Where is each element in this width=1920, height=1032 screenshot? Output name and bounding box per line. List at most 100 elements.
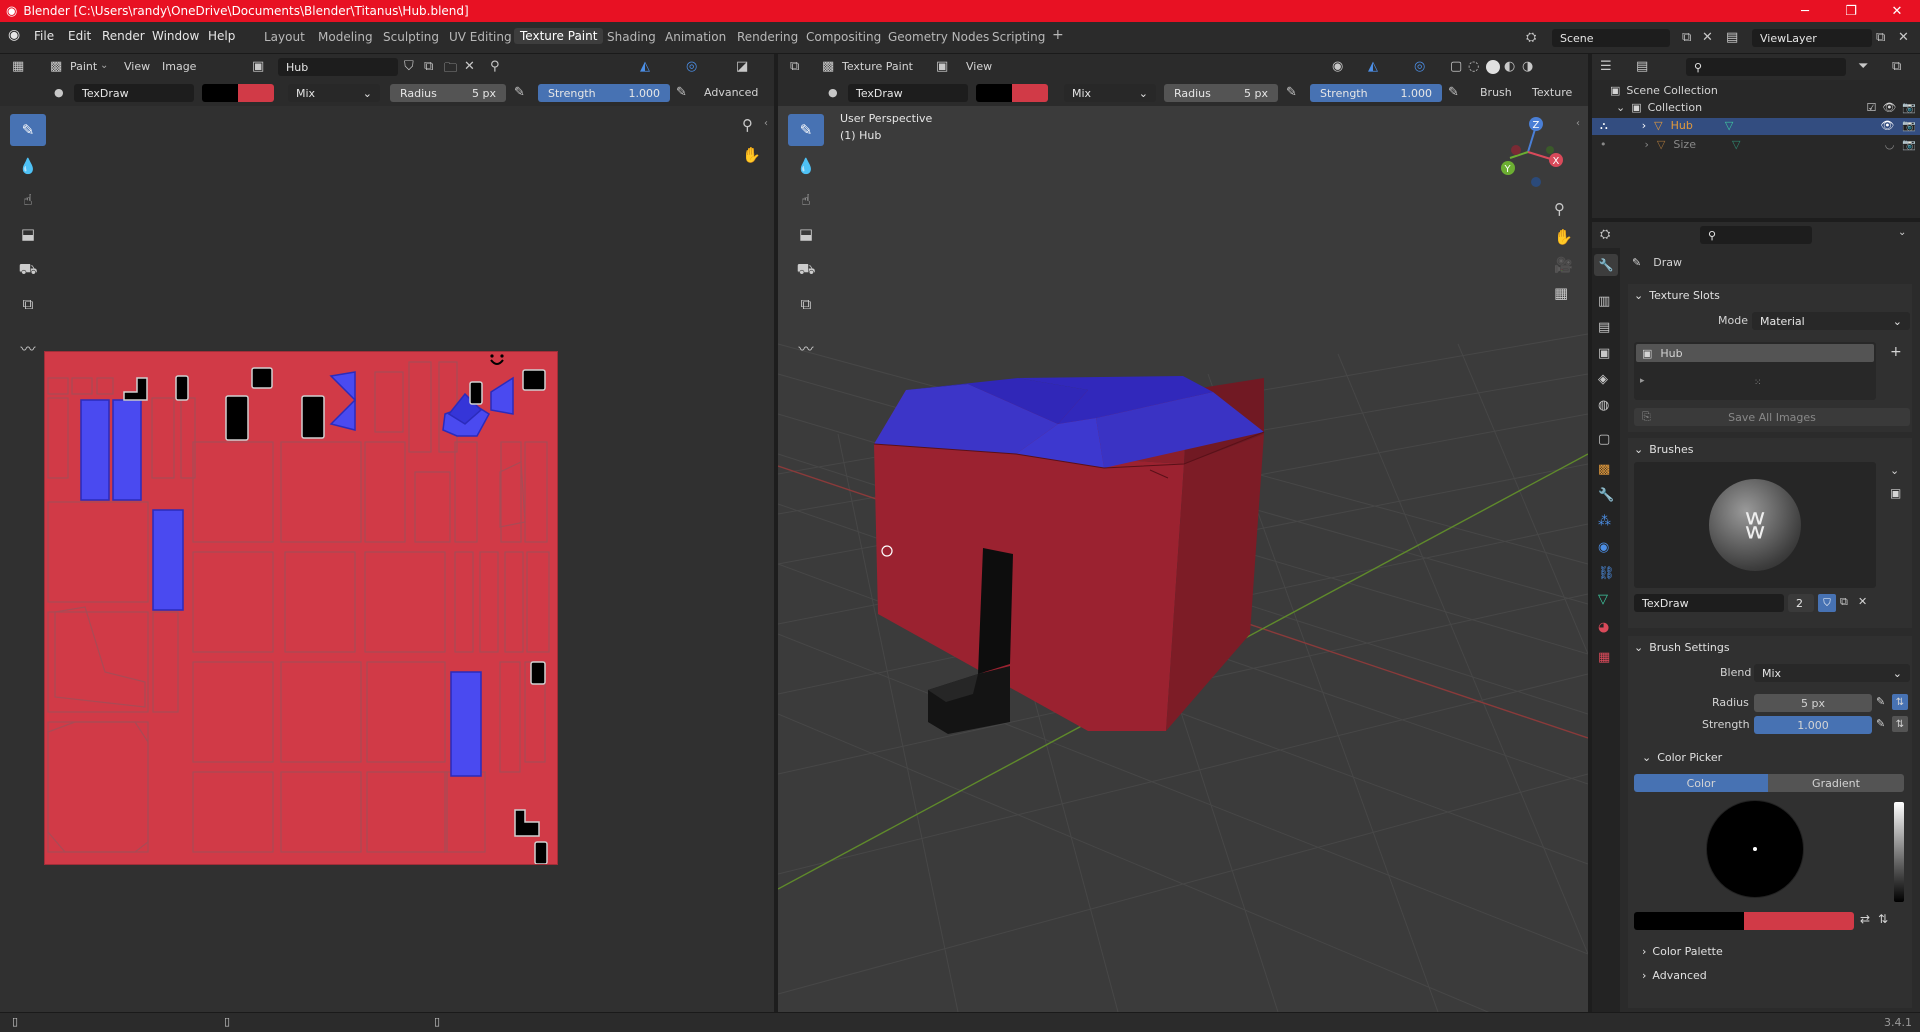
advanced-dropdown[interactable]: Advanced xyxy=(704,86,758,99)
color-wheel[interactable] xyxy=(1706,800,1804,898)
color-picker-subpanel-header[interactable]: ⌄ Color Picker xyxy=(1636,746,1906,768)
new-collection-icon[interactable]: ⧉ xyxy=(1892,59,1901,74)
mask-tool-icon[interactable]: ⧉ xyxy=(788,288,824,320)
output-tab-icon[interactable]: ▤ xyxy=(1598,320,1610,335)
add-slot-icon[interactable]: + xyxy=(1890,344,1902,360)
visibility-icon[interactable]: ◉ xyxy=(1332,59,1343,74)
open-image-icon[interactable]: 🗀 xyxy=(444,59,457,81)
mode-dropdown[interactable]: Material ⌄ xyxy=(1752,312,1910,330)
swap-colors-icon[interactable]: ⇄ xyxy=(1860,912,1870,926)
physics-tab-icon[interactable]: ◉ xyxy=(1598,540,1609,555)
outliner-search-field[interactable]: ⚲ xyxy=(1686,58,1846,76)
tab-texture-paint[interactable]: Texture Paint xyxy=(514,28,604,44)
xray-icon[interactable]: ▢ xyxy=(1450,59,1462,74)
delete-view-layer-icon[interactable]: ✕ xyxy=(1898,30,1909,45)
scene-icon[interactable]: ⛭ xyxy=(1526,30,1536,45)
strength-pressure-icon[interactable]: ✎ xyxy=(1448,85,1459,100)
camera-icon[interactable]: 📷 xyxy=(1902,138,1916,151)
add-workspace-button[interactable]: + xyxy=(1052,27,1064,43)
menu-render[interactable]: Render xyxy=(102,29,145,43)
annotate-tool-icon[interactable]: 〰 xyxy=(788,332,824,364)
annotate-tool-icon[interactable]: 〰 xyxy=(10,332,46,364)
display-channels-icon[interactable]: ◪ xyxy=(736,59,748,74)
checkbox-icon[interactable]: ☑ xyxy=(1866,101,1876,114)
overlay-icon[interactable]: ◎ xyxy=(686,59,697,74)
blend-dropdown[interactable]: Mix ⌄ xyxy=(1754,664,1910,682)
zoom-icon[interactable]: ⚲ xyxy=(742,116,753,134)
blend-dropdown[interactable]: Mix ⌄ xyxy=(1064,84,1156,102)
navigation-gizmo[interactable]: Z X Y xyxy=(1488,112,1568,192)
eye-icon[interactable]: 👁 xyxy=(1880,119,1894,133)
collection-row[interactable]: ⌄ ▣ Collection ☑ 👁 📷 xyxy=(1616,101,1916,114)
editor-type-icon[interactable]: ⛭ xyxy=(1600,227,1610,242)
image-browse-icon[interactable]: ▣ xyxy=(252,59,264,74)
fill-tool-icon[interactable]: ⛟ xyxy=(10,254,46,286)
unified-color-icon[interactable]: ⇅ xyxy=(1878,912,1888,926)
material-tab-icon[interactable]: ◕ xyxy=(1598,620,1609,635)
radius-slider[interactable]: Radius 5 px xyxy=(390,84,506,102)
new-scene-icon[interactable]: ⧉ xyxy=(1682,30,1691,45)
mode-dropdown[interactable]: Texture Paint xyxy=(842,60,913,73)
pan-hand-icon[interactable]: ✋ xyxy=(742,146,761,164)
mask-tool-icon[interactable]: ⧉ xyxy=(10,288,46,320)
outliner-row-size[interactable]: • › ▽ Size ▽ ◡ 📷 xyxy=(1600,138,1916,151)
brush-name-field[interactable]: TexDraw xyxy=(74,84,194,102)
strength-pressure-icon[interactable]: ✎ xyxy=(676,85,687,100)
tab-compositing[interactable]: Compositing xyxy=(806,30,881,44)
view-layer-icon[interactable]: ▤ xyxy=(1726,30,1738,45)
camera-icon[interactable]: 📷 xyxy=(1902,101,1916,114)
resize-handle-icon[interactable]: ⁙ xyxy=(1754,378,1762,388)
fake-user-shield-icon[interactable]: ⛉ xyxy=(1818,594,1836,612)
close-button[interactable]: ✕ xyxy=(1874,0,1920,22)
value-slider[interactable] xyxy=(1894,802,1904,902)
mask-toggle-icon[interactable]: ▣ xyxy=(936,59,948,74)
smear-tool-icon[interactable]: ☝ xyxy=(788,184,824,216)
pan-hand-icon[interactable]: ✋ xyxy=(1554,228,1573,246)
filter-icon[interactable]: ⏷ xyxy=(1858,59,1868,74)
tab-sculpting[interactable]: Sculpting xyxy=(383,30,439,44)
pressure-icon[interactable]: ✎ xyxy=(514,85,525,100)
eye-icon[interactable]: 👁 xyxy=(1882,101,1896,114)
hub-row-content[interactable]: ⛬ › ▽ Hub ▽ 👁 📷 xyxy=(1600,119,1916,133)
radius-field[interactable]: 5 px xyxy=(1754,694,1872,712)
tab-uv-editing[interactable]: UV Editing xyxy=(449,30,512,44)
tab-shading[interactable]: Shading xyxy=(607,30,656,44)
unlink-image-icon[interactable]: ✕ xyxy=(464,59,475,74)
expand-arrow-icon[interactable]: › xyxy=(1642,119,1646,133)
radius-slider[interactable]: Radius 5 px xyxy=(1164,84,1278,102)
editor-type-icon[interactable]: ▦ xyxy=(12,59,24,74)
strength-slider[interactable]: Strength 1.000 xyxy=(1310,84,1442,102)
tab-geometry-nodes[interactable]: Geometry Nodes xyxy=(888,30,989,44)
tab-animation[interactable]: Animation xyxy=(665,30,726,44)
paint-mode-icon[interactable]: ▩ xyxy=(50,59,62,74)
brush-name-field[interactable]: TexDraw xyxy=(1634,594,1784,612)
camera-icon[interactable]: 📷 xyxy=(1902,119,1916,133)
eye-hidden-icon[interactable]: ◡ xyxy=(1885,138,1895,151)
pressure-icon[interactable]: ✎ xyxy=(1286,85,1297,100)
secondary-color-swatch[interactable] xyxy=(1744,912,1854,930)
zoom-icon[interactable]: ⚲ xyxy=(1554,200,1565,218)
soften-tool-icon[interactable]: 💧 xyxy=(10,150,46,182)
solid-shading-icon[interactable] xyxy=(1486,60,1500,74)
render-tab-icon[interactable]: ▥ xyxy=(1598,294,1610,309)
rendered-shading-icon[interactable]: ◑ xyxy=(1522,59,1533,74)
gradient-tab[interactable]: Gradient xyxy=(1768,774,1904,792)
fake-user-icon[interactable]: ⛉ xyxy=(404,59,414,74)
gizmo-icon[interactable]: ◭ xyxy=(1368,59,1378,74)
draw-tool-icon[interactable]: ✎ xyxy=(788,114,824,146)
texture-slot-item[interactable]: ▣ Hub xyxy=(1636,344,1874,362)
constraints-tab-icon[interactable]: ⛓ xyxy=(1598,566,1615,581)
chevron-down-icon[interactable]: ⌄ xyxy=(1890,464,1899,477)
soften-tool-icon[interactable]: 💧 xyxy=(788,150,824,182)
tab-modeling[interactable]: Modeling xyxy=(318,30,373,44)
uv-texture-image[interactable] xyxy=(44,351,558,865)
object-tab-icon[interactable]: ▩ xyxy=(1598,462,1610,477)
scene-field[interactable]: Scene xyxy=(1552,29,1670,47)
expand-arrow-icon[interactable]: ▸ xyxy=(1640,376,1645,386)
unified-strength-icon[interactable]: ⇅ xyxy=(1892,716,1908,732)
modifier-tab-icon[interactable]: 🔧 xyxy=(1598,488,1614,503)
maximize-button[interactable]: ❐ xyxy=(1828,0,1874,22)
primary-color-swatch[interactable] xyxy=(202,84,238,102)
save-all-images-button[interactable]: ⎘ Save All Images xyxy=(1634,408,1910,426)
tool-tab-icon[interactable]: 🔧 xyxy=(1594,254,1618,276)
